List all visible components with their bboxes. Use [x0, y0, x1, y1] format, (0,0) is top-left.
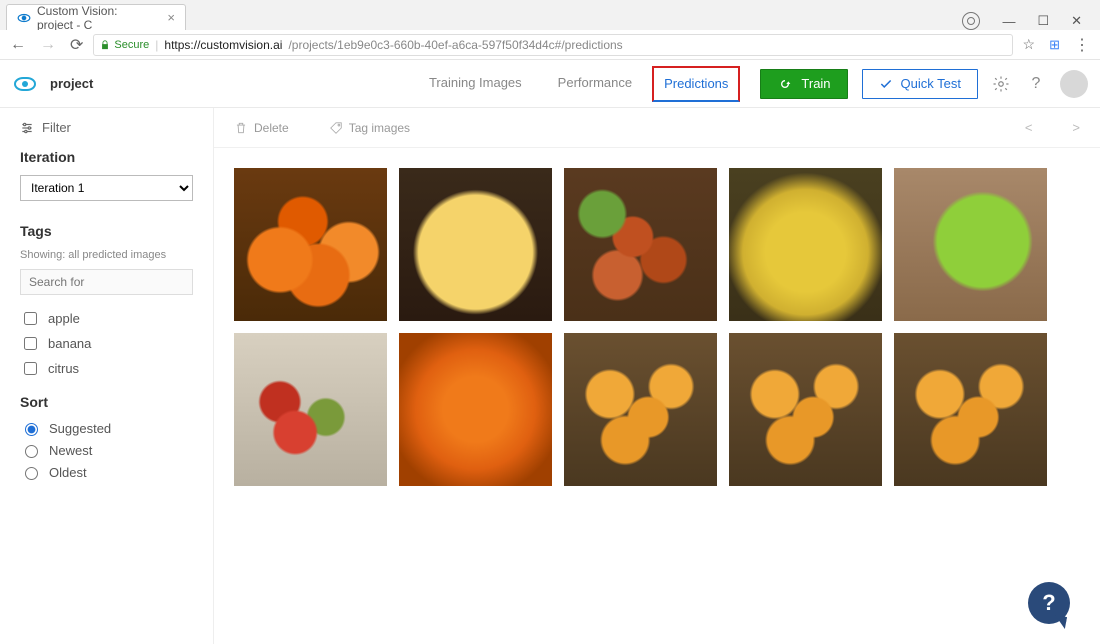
sliders-icon — [20, 121, 34, 135]
help-glyph: ? — [1042, 590, 1055, 616]
browser-tab-title: Custom Vision: project - C — [37, 4, 153, 32]
url-host: https://customvision.ai — [164, 38, 282, 52]
chrome-menu-icon[interactable]: ⋮ — [1074, 35, 1090, 55]
quick-test-button-label: Quick Test — [901, 76, 961, 91]
nav-back-icon[interactable]: ← — [10, 36, 26, 54]
main-nav: Training Images Performance Predictions — [411, 60, 742, 108]
window-maximize-icon[interactable]: ☐ — [1037, 13, 1049, 29]
tab-training-images[interactable]: Training Images — [411, 60, 540, 108]
tag-icon — [329, 121, 343, 135]
browser-address-bar: ← → ⟳ Secure | https://customvision.ai/p… — [0, 30, 1100, 60]
omnibox[interactable]: Secure | https://customvision.ai/project… — [93, 34, 1012, 56]
prediction-thumb-7[interactable] — [399, 333, 552, 486]
prediction-thumb-4[interactable] — [729, 168, 882, 321]
tag-images-button[interactable]: Tag images — [329, 121, 410, 135]
prediction-thumb-1[interactable] — [234, 168, 387, 321]
window-close-icon[interactable]: ✕ — [1071, 13, 1082, 29]
train-button-label: Train — [801, 76, 830, 91]
tag-checkbox-citrus[interactable] — [24, 362, 37, 375]
tag-label: banana — [48, 336, 91, 351]
windows-icon[interactable]: ⊞ — [1049, 37, 1060, 53]
customvision-logo-icon[interactable] — [14, 77, 36, 91]
tags-showing-label: Showing: all predicted images — [20, 249, 193, 261]
prediction-thumb-9[interactable] — [729, 333, 882, 486]
user-avatar[interactable] — [1060, 70, 1088, 98]
prediction-thumb-6[interactable] — [234, 333, 387, 486]
tag-filter-apple[interactable]: apple — [20, 309, 193, 328]
sort-label: Oldest — [49, 465, 87, 480]
sort-radio-oldest[interactable] — [25, 467, 38, 480]
url-path: /projects/1eb9e0c3-660b-40ef-a6ca-597f50… — [288, 38, 622, 52]
favicon-eye-icon — [17, 11, 31, 25]
quick-test-button[interactable]: Quick Test — [862, 69, 978, 99]
project-name[interactable]: project — [50, 76, 93, 91]
prediction-thumb-3[interactable] — [564, 168, 717, 321]
sort-heading: Sort — [20, 394, 193, 410]
page-next-button[interactable]: > — [1072, 120, 1080, 135]
prediction-thumb-8[interactable] — [564, 333, 717, 486]
sort-option-suggested[interactable]: Suggested — [20, 420, 193, 436]
tab-performance[interactable]: Performance — [540, 60, 650, 108]
sort-label: Suggested — [49, 421, 111, 436]
tag-label: apple — [48, 311, 80, 326]
chrome-profile-icon[interactable] — [962, 12, 980, 30]
secure-lock-icon: Secure — [100, 39, 149, 51]
train-button[interactable]: Train — [760, 69, 847, 99]
tab-close-icon[interactable]: × — [167, 10, 175, 25]
sort-radio-suggested[interactable] — [25, 423, 38, 436]
sort-label: Newest — [49, 443, 92, 458]
prediction-thumb-5[interactable] — [894, 168, 1047, 321]
tag-checkbox-apple[interactable] — [24, 312, 37, 325]
nav-reload-icon[interactable]: ⟳ — [70, 35, 83, 55]
sort-option-oldest[interactable]: Oldest — [20, 464, 193, 480]
check-icon — [879, 77, 893, 91]
iteration-select[interactable]: Iteration 1 — [20, 175, 193, 201]
tag-label: citrus — [48, 361, 79, 376]
tab-predictions[interactable]: Predictions — [652, 66, 740, 102]
image-toolbar: Delete Tag images < > — [214, 108, 1100, 148]
iteration-heading: Iteration — [20, 149, 193, 165]
nav-forward-icon: → — [40, 36, 56, 54]
delete-label: Delete — [254, 121, 289, 135]
tag-images-label: Tag images — [349, 121, 410, 135]
secure-label: Secure — [114, 39, 149, 51]
prediction-thumb-10[interactable] — [894, 333, 1047, 486]
tags-heading: Tags — [20, 223, 193, 239]
prediction-thumb-2[interactable] — [399, 168, 552, 321]
help-icon[interactable]: ? — [1026, 75, 1046, 93]
tag-filter-citrus[interactable]: citrus — [20, 359, 193, 378]
browser-title-bar: Custom Vision: project - C × — ☐ ✕ — [0, 0, 1100, 30]
window-minimize-icon[interactable]: — — [1002, 14, 1015, 29]
tag-checkbox-banana[interactable] — [24, 337, 37, 350]
sidebar: Filter Iteration Iteration 1 Tags Showin… — [0, 108, 214, 644]
sort-radio-newest[interactable] — [25, 445, 38, 458]
main-content: Delete Tag images < > — [214, 108, 1100, 644]
gear-sync-icon — [777, 76, 793, 92]
app-header: project Training Images Performance Pred… — [0, 60, 1100, 108]
page-prev-button[interactable]: < — [1025, 120, 1033, 135]
sort-option-newest[interactable]: Newest — [20, 442, 193, 458]
trash-icon — [234, 121, 248, 135]
filter-label: Filter — [42, 120, 71, 135]
filter-toggle[interactable]: Filter — [20, 120, 193, 135]
settings-gear-icon[interactable] — [992, 75, 1012, 93]
delete-button[interactable]: Delete — [234, 121, 289, 135]
header-actions: Train Quick Test ? — [760, 69, 1088, 99]
tag-search-input[interactable] — [20, 269, 193, 295]
browser-tab[interactable]: Custom Vision: project - C × — [6, 4, 186, 30]
prediction-grid — [214, 148, 1100, 506]
bookmark-star-icon[interactable]: ☆ — [1023, 36, 1036, 53]
help-chat-bubble[interactable]: ? — [1028, 582, 1070, 624]
tag-filter-banana[interactable]: banana — [20, 334, 193, 353]
